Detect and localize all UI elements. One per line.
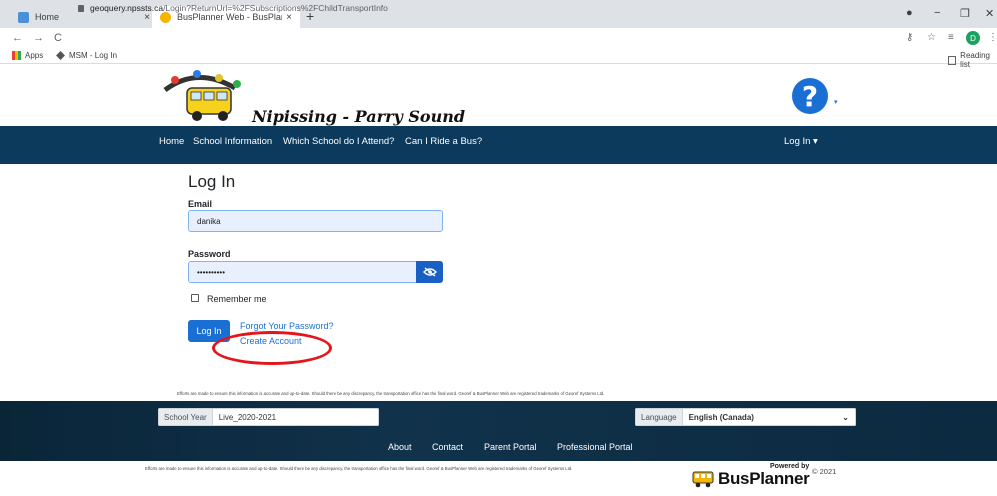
msm-diamond-icon xyxy=(56,51,65,60)
bookmarks-bar: Apps MSM - Log In Reading list xyxy=(0,48,997,69)
bookmark-msm[interactable]: MSM - Log In xyxy=(56,51,117,60)
toggle-password-visibility-button[interactable] xyxy=(416,261,443,283)
url-field[interactable]: geoquery.npssts.ca /Login?ReturnUrl=%2FS… xyxy=(78,3,388,13)
school-bus-icon xyxy=(692,471,714,488)
close-tab-icon[interactable]: × xyxy=(286,12,292,23)
language-label: Language xyxy=(635,408,683,426)
email-field[interactable]: danika xyxy=(188,210,443,232)
busplanner-brand-text: BusPlanner xyxy=(718,469,810,488)
red-highlight-circle xyxy=(212,331,332,365)
nav-which-school[interactable]: Which School do I Attend? xyxy=(283,136,394,147)
bookmark-label: MSM - Log In xyxy=(69,51,118,60)
school-year-label: School Year xyxy=(158,408,213,426)
bookmark-label: Apps xyxy=(25,51,44,60)
forgot-password-link[interactable]: Forgot Your Password? xyxy=(240,321,334,331)
copyright-text: © 2021 xyxy=(812,467,837,476)
nav-home[interactable]: Home xyxy=(159,136,184,147)
footer-professional-portal-link[interactable]: Professional Portal xyxy=(557,442,633,452)
maximize-icon[interactable]: ❐ xyxy=(960,7,970,20)
footer-about-link[interactable]: About xyxy=(388,442,412,452)
school-year-value[interactable]: Live_2020-2021 xyxy=(212,408,379,426)
chevron-down-icon: ⌄ xyxy=(842,412,849,422)
lock-icon xyxy=(78,4,84,12)
password-field[interactable]: •••••••••• xyxy=(188,261,417,283)
tab-title: BusPlanner Web - BusPlanner We xyxy=(177,12,282,22)
language-value-text: English (Canada) xyxy=(688,412,754,422)
school-year-select[interactable]: School Year Live_2020-2021 xyxy=(158,408,379,426)
nav-school-information[interactable]: School Information xyxy=(193,136,272,147)
footer-parent-portal-link[interactable]: Parent Portal xyxy=(484,442,537,452)
help-caret-icon[interactable]: ▾ xyxy=(834,98,838,106)
remember-me-label: Remember me xyxy=(207,294,267,304)
bottom-disclaimer-text: Efforts are made to ensure this informat… xyxy=(145,466,573,471)
eye-slash-icon xyxy=(422,267,437,277)
language-select[interactable]: Language English (Canada) ⌄ xyxy=(635,408,856,426)
minimize-icon[interactable]: − xyxy=(934,7,940,19)
menu-icon[interactable]: ⋮ xyxy=(988,32,997,43)
help-icon[interactable]: ? xyxy=(792,78,828,114)
close-window-icon[interactable]: ✕ xyxy=(985,7,994,20)
page-title: Log In xyxy=(188,172,236,191)
reading-list-button[interactable]: Reading list xyxy=(948,51,997,69)
tab-title: Home xyxy=(35,12,60,22)
nav-ride-bus[interactable]: Can I Ride a Bus? xyxy=(405,136,482,147)
apps-grid-icon xyxy=(12,51,21,60)
home-tab-favicon-icon xyxy=(18,11,29,23)
url-host: geoquery.npssts.ca xyxy=(90,3,164,13)
busplanner-tab-favicon-icon xyxy=(160,11,171,23)
reload-icon[interactable]: C xyxy=(54,32,62,44)
key-icon[interactable]: ⚷ xyxy=(906,32,913,43)
bookmark-apps[interactable]: Apps xyxy=(12,51,43,60)
close-tab-icon[interactable]: × xyxy=(144,12,150,23)
disclaimer-text: Efforts are made to ensure this informat… xyxy=(177,391,605,396)
tab-search-icon[interactable]: ● xyxy=(906,7,913,19)
address-bar-row: ← → C xyxy=(0,28,997,48)
reading-list-icon[interactable]: ≡ xyxy=(948,32,954,43)
email-label: Email xyxy=(188,199,213,209)
profile-avatar[interactable]: D xyxy=(966,31,980,45)
password-label: Password xyxy=(188,249,231,259)
back-icon[interactable]: ← xyxy=(12,32,23,44)
busplanner-logo[interactable]: BusPlanner xyxy=(692,469,810,489)
url-path: /Login?ReturnUrl=%2FSubscriptions%2FChil… xyxy=(163,3,388,13)
language-value[interactable]: English (Canada) ⌄ xyxy=(682,408,856,426)
logo-title: Nipissing - Parry Sound xyxy=(252,107,466,126)
star-icon[interactable]: ☆ xyxy=(927,32,936,43)
main-navbar xyxy=(0,126,997,164)
reading-list-label: Reading list xyxy=(960,51,990,69)
reading-list-icon xyxy=(948,55,957,65)
nav-login-dropdown[interactable]: Log In ▾ xyxy=(784,136,818,147)
footer-contact-link[interactable]: Contact xyxy=(432,442,463,452)
remember-me-checkbox[interactable] xyxy=(191,294,199,302)
forward-icon[interactable]: → xyxy=(33,32,44,44)
